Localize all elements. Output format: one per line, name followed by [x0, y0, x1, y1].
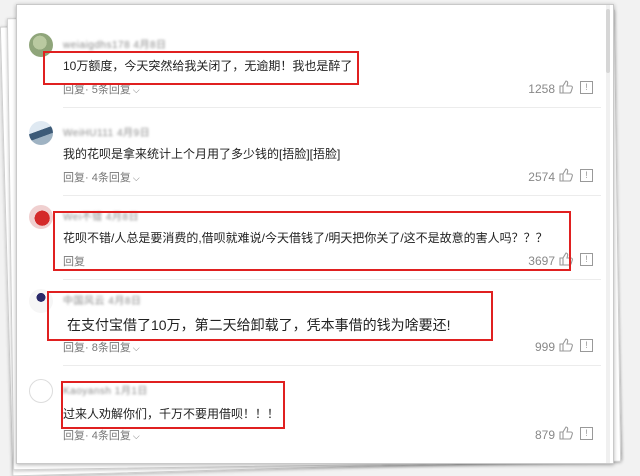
comment-text: 我的花呗是拿来统计上个月用了多少钱的[捂脸][捂脸]: [63, 147, 341, 161]
reply-label[interactable]: 回复: [63, 430, 85, 442]
replies-count[interactable]: · 4条回复: [85, 430, 131, 442]
scrollbar-track[interactable]: [606, 5, 610, 463]
report-icon[interactable]: !: [580, 81, 593, 94]
like-count: 1258: [528, 82, 555, 96]
thumbs-up-icon[interactable]: [559, 80, 573, 94]
highlight-box: [43, 51, 359, 85]
replies-count[interactable]: · 4条回复: [85, 172, 131, 184]
avatar[interactable]: [29, 379, 53, 403]
scrollbar-thumb[interactable]: [606, 9, 610, 73]
replies-count[interactable]: · 8条回复: [85, 342, 131, 354]
chevron-down-icon[interactable]: ⌵: [133, 343, 140, 354]
replies-count[interactable]: · 5条回复: [85, 84, 131, 96]
chevron-down-icon[interactable]: ⌵: [133, 85, 140, 96]
highlight-box: [47, 291, 493, 341]
username-blurred[interactable]: WeiHU111 4月9日: [63, 124, 150, 139]
highlight-box: [53, 211, 571, 271]
comment-sheet: weiaigdhs178 4月8日 10万额度，今天突然给我关闭了，无逾期！我也…: [16, 4, 614, 464]
report-icon[interactable]: !: [580, 339, 593, 352]
reply-label[interactable]: 回复: [63, 342, 85, 354]
report-icon[interactable]: !: [580, 169, 593, 182]
divider: [63, 107, 601, 108]
reply-link[interactable]: 回复· 4条回复 ⌵: [63, 169, 140, 185]
like-count: 879: [534, 428, 555, 442]
username-blurred[interactable]: weiaigdhs178 4月8日: [63, 36, 167, 51]
reply-label[interactable]: 回复: [63, 172, 85, 184]
like-count: 2574: [528, 170, 555, 184]
chevron-down-icon[interactable]: ⌵: [133, 173, 140, 184]
thumbs-up-icon[interactable]: [559, 168, 573, 182]
thumbs-up-icon[interactable]: [559, 426, 573, 440]
highlight-box: [61, 381, 285, 429]
divider: [63, 365, 601, 366]
chevron-down-icon[interactable]: ⌵: [133, 431, 140, 442]
avatar[interactable]: [29, 205, 53, 229]
report-icon[interactable]: !: [580, 253, 593, 266]
reply-label[interactable]: 回复: [63, 84, 85, 96]
like-count: 999: [534, 340, 555, 354]
reply-link[interactable]: 回复· 4条回复 ⌵: [63, 427, 140, 443]
reply-link[interactable]: 回复· 8条回复 ⌵: [63, 339, 140, 355]
divider: [63, 195, 601, 196]
report-icon[interactable]: !: [580, 427, 593, 440]
avatar[interactable]: [29, 121, 53, 145]
thumbs-up-icon[interactable]: [559, 338, 573, 352]
divider: [63, 279, 601, 280]
